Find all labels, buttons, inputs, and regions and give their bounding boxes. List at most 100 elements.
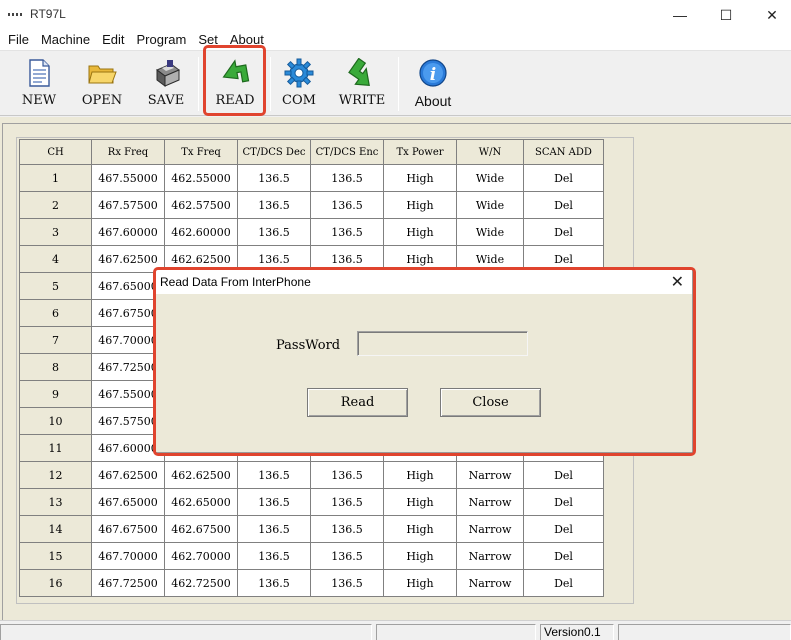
cell-tx-power[interactable]: High	[383, 218, 457, 246]
cell-ch: 6	[19, 299, 92, 327]
cell-ctdcs-enc[interactable]: 136.5	[310, 542, 384, 570]
new-label: NEW	[21, 93, 57, 108]
cell-ctdcs-dec[interactable]: 136.5	[237, 488, 311, 516]
close-window-button[interactable]: ✕	[749, 0, 791, 30]
cell-ch: 4	[19, 245, 92, 273]
cell-tx-power[interactable]: High	[383, 164, 457, 192]
cell-ch: 11	[19, 434, 92, 462]
save-button[interactable]: SAVE	[144, 55, 188, 113]
status-version: Version0.1	[540, 624, 614, 640]
cell-scan-add[interactable]: Del	[523, 569, 604, 597]
cell-ctdcs-dec[interactable]: 136.5	[237, 218, 311, 246]
cell-ctdcs-enc[interactable]: 136.5	[310, 515, 384, 543]
new-button[interactable]: NEW	[18, 55, 60, 113]
cell-rx-freq[interactable]: 467.70000	[91, 542, 165, 570]
cell-ctdcs-enc[interactable]: 136.5	[310, 191, 384, 219]
cell-wn[interactable]: Narrow	[456, 515, 524, 543]
cell-tx-power[interactable]: High	[383, 461, 457, 489]
toolbar-separator	[198, 57, 199, 111]
cell-ctdcs-dec[interactable]: 136.5	[237, 191, 311, 219]
maximize-button[interactable]: ☐	[703, 0, 749, 30]
cell-wn[interactable]: Narrow	[456, 488, 524, 516]
cell-rx-freq[interactable]: 467.55000	[91, 164, 165, 192]
open-button[interactable]: OPEN	[80, 55, 124, 113]
menu-machine[interactable]: Machine	[35, 30, 96, 50]
cell-ctdcs-dec[interactable]: 136.5	[237, 461, 311, 489]
cell-ch: 15	[19, 542, 92, 570]
cell-ch: 7	[19, 326, 92, 354]
menu-program[interactable]: Program	[131, 30, 193, 50]
cell-rx-freq[interactable]: 467.57500	[91, 191, 165, 219]
cell-wn[interactable]: Wide	[456, 218, 524, 246]
cell-scan-add[interactable]: Del	[523, 218, 604, 246]
cell-ch: 10	[19, 407, 92, 435]
cell-scan-add[interactable]: Del	[523, 542, 604, 570]
table-row: 15 467.70000 462.70000 136.5 136.5 High Narrow…	[19, 542, 604, 570]
toolbar: NEW OPEN SAVE READ COM WRITE i About	[0, 50, 791, 116]
table-row: 13 467.65000 462.65000 136.5 136.5 High Narrow…	[19, 488, 604, 516]
cell-tx-freq[interactable]: 462.72500	[164, 569, 238, 597]
cell-ctdcs-enc[interactable]: 136.5	[310, 218, 384, 246]
com-button[interactable]: COM	[277, 55, 321, 113]
cell-tx-power[interactable]: High	[383, 191, 457, 219]
new-document-icon	[29, 59, 50, 87]
cell-rx-freq[interactable]: 467.65000	[91, 488, 165, 516]
cell-ch: 5	[19, 272, 92, 300]
header-tx-freq: Tx Freq	[164, 139, 238, 165]
write-button[interactable]: WRITE	[338, 55, 386, 113]
cell-scan-add[interactable]: Del	[523, 191, 604, 219]
table-header-row: CH Rx Freq Tx Freq CT/DCS Dec CT/DCS Enc Tx P…	[19, 139, 604, 165]
cell-tx-freq[interactable]: 462.60000	[164, 218, 238, 246]
cell-tx-freq[interactable]: 462.65000	[164, 488, 238, 516]
about-button[interactable]: i About	[409, 55, 457, 113]
svg-text:i: i	[430, 65, 436, 85]
cell-tx-power[interactable]: High	[383, 569, 457, 597]
cell-wn[interactable]: Narrow	[456, 542, 524, 570]
title-bar: RT97L — ☐ ✕	[0, 0, 791, 30]
cell-scan-add[interactable]: Del	[523, 164, 604, 192]
cell-ch: 13	[19, 488, 92, 516]
app-icon	[8, 11, 24, 19]
cell-wn[interactable]: Wide	[456, 164, 524, 192]
cell-tx-freq[interactable]: 462.57500	[164, 191, 238, 219]
cell-rx-freq[interactable]: 467.67500	[91, 515, 165, 543]
cell-ctdcs-enc[interactable]: 136.5	[310, 461, 384, 489]
status-cell	[0, 624, 372, 640]
cell-rx-freq[interactable]: 467.72500	[91, 569, 165, 597]
cell-tx-freq[interactable]: 462.62500	[164, 461, 238, 489]
cell-ctdcs-dec[interactable]: 136.5	[237, 542, 311, 570]
menu-edit[interactable]: Edit	[96, 30, 130, 50]
toolbar-separator	[398, 57, 399, 111]
table-row: 2 467.57500 462.57500 136.5 136.5 High Wide Del	[19, 191, 604, 219]
cell-ctdcs-dec[interactable]: 136.5	[237, 569, 311, 597]
header-rx-freq: Rx Freq	[91, 139, 165, 165]
cell-ctdcs-enc[interactable]: 136.5	[310, 488, 384, 516]
cell-rx-freq[interactable]: 467.60000	[91, 218, 165, 246]
cell-tx-power[interactable]: High	[383, 488, 457, 516]
cell-tx-freq[interactable]: 462.70000	[164, 542, 238, 570]
table-row: 12 467.62500 462.62500 136.5 136.5 High Narrow…	[19, 461, 604, 489]
cell-scan-add[interactable]: Del	[523, 488, 604, 516]
cell-scan-add[interactable]: Del	[523, 461, 604, 489]
cell-tx-power[interactable]: High	[383, 515, 457, 543]
cell-ctdcs-enc[interactable]: 136.5	[310, 569, 384, 597]
cell-tx-freq[interactable]: 462.67500	[164, 515, 238, 543]
cell-rx-freq[interactable]: 467.62500	[91, 461, 165, 489]
cell-ch: 9	[19, 380, 92, 408]
cell-wn[interactable]: Narrow	[456, 569, 524, 597]
cell-scan-add[interactable]: Del	[523, 515, 604, 543]
cell-ch: 1	[19, 164, 92, 192]
cell-tx-freq[interactable]: 462.55000	[164, 164, 238, 192]
header-wn: W/N	[456, 139, 524, 165]
menu-file[interactable]: File	[0, 30, 35, 50]
cell-ch: 14	[19, 515, 92, 543]
write-arrow-icon	[348, 58, 370, 87]
cell-wn[interactable]: Wide	[456, 191, 524, 219]
cell-ctdcs-dec[interactable]: 136.5	[237, 515, 311, 543]
cell-wn[interactable]: Narrow	[456, 461, 524, 489]
cell-ctdcs-dec[interactable]: 136.5	[237, 164, 311, 192]
cell-ctdcs-enc[interactable]: 136.5	[310, 164, 384, 192]
status-bar: Version0.1	[0, 620, 791, 640]
cell-tx-power[interactable]: High	[383, 542, 457, 570]
minimize-button[interactable]: —	[657, 0, 703, 30]
